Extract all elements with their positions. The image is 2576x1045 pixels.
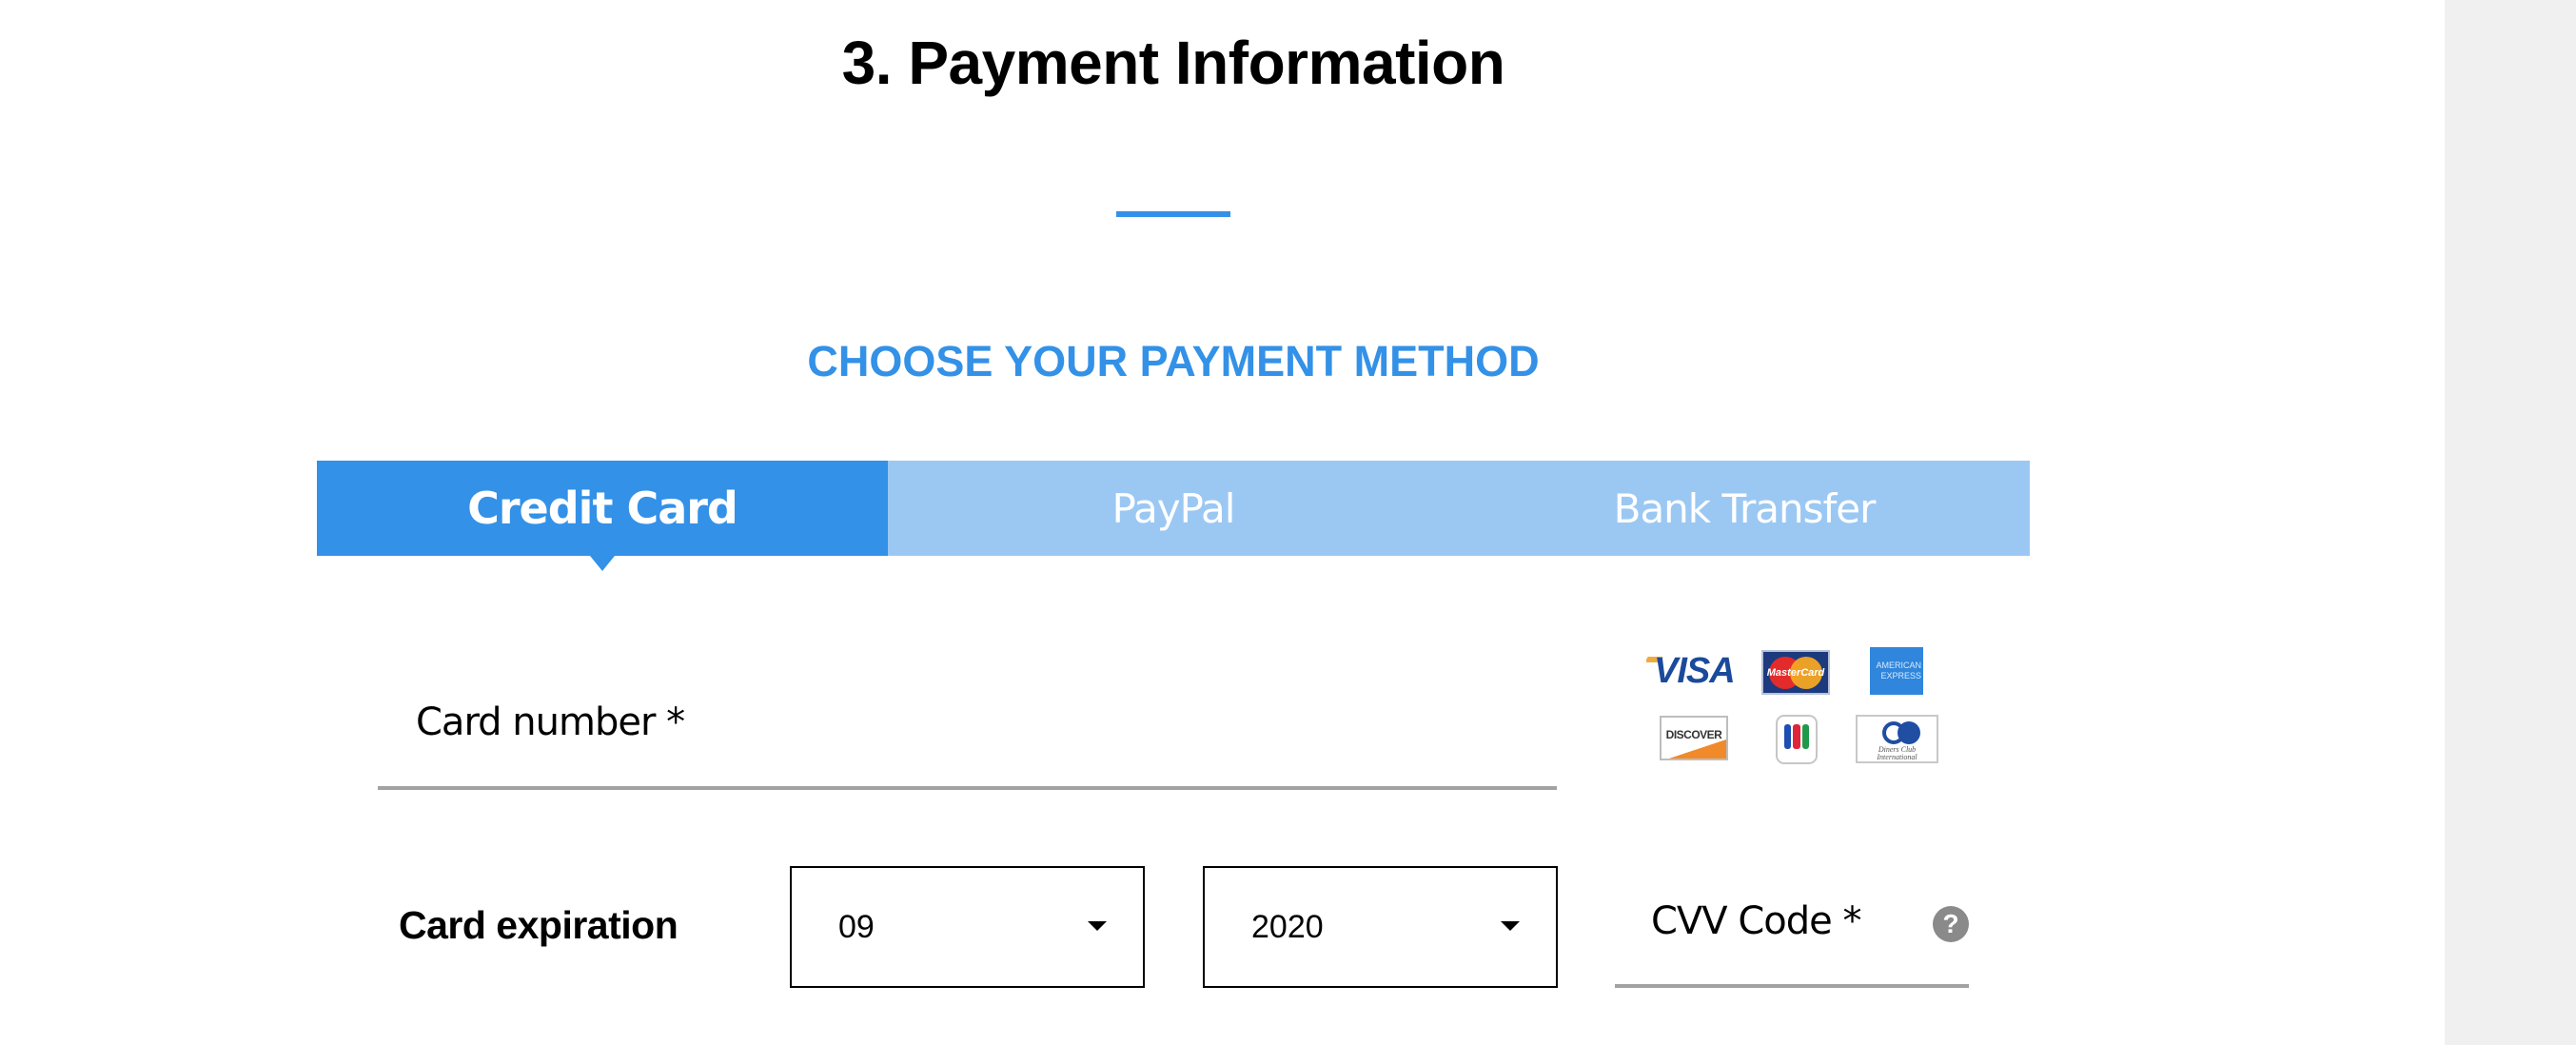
jcb-red-bar (1793, 724, 1800, 749)
tab-credit-card-label: Credit Card (467, 483, 738, 534)
amex-logo-icon: AMERICAN EXPRESS (1870, 647, 1923, 695)
visa-logo-icon: VISA (1646, 655, 1737, 687)
diners-right-circle (1898, 721, 1920, 744)
cvv-input[interactable]: CVV Code * (1615, 866, 1969, 988)
mastercard-logo-text: MasterCard (1766, 667, 1825, 679)
discover-logo-icon: DISCOVER (1660, 716, 1728, 760)
card-number-input[interactable]: Card number * (378, 666, 1557, 790)
diners-club-logo-icon: Diners Club International (1856, 715, 1938, 763)
accepted-cards: VISA MasterCard AMERICAN EXPRESS DISCOVE… (1642, 643, 1956, 772)
tab-bank-transfer[interactable]: Bank Transfer (1459, 461, 2030, 556)
payment-method-heading: CHOOSE YOUR PAYMENT METHOD (807, 337, 1540, 385)
expiration-year-value: 2020 (1251, 909, 1324, 945)
visa-logo-text: VISA (1654, 655, 1736, 687)
tab-paypal-label: PayPal (1111, 484, 1236, 532)
expiration-month-value: 09 (838, 909, 875, 945)
jcb-green-bar (1801, 724, 1809, 749)
help-icon[interactable]: ? (1933, 906, 1969, 942)
tab-bank-transfer-label: Bank Transfer (1613, 484, 1877, 532)
title-divider (1116, 211, 1230, 217)
expiration-month-select[interactable]: 09 (790, 866, 1145, 988)
chevron-down-icon (1501, 921, 1520, 931)
discover-logo-text: DISCOVER (1665, 728, 1722, 741)
jcb-blue-bar (1784, 724, 1792, 749)
expiration-year-select[interactable]: 2020 (1203, 866, 1558, 988)
jcb-logo-icon (1776, 715, 1818, 764)
card-number-label: Card number * (416, 700, 685, 744)
cvv-label: CVV Code * (1651, 899, 1861, 943)
diners-logo-text: Diners Club International (1877, 745, 1917, 761)
tab-credit-card[interactable]: Credit Card (317, 461, 888, 571)
right-gutter (2445, 0, 2576, 1045)
tab-paypal[interactable]: PayPal (888, 461, 1459, 556)
card-expiration-label: Card expiration (399, 903, 678, 947)
payment-information-page: 3. Payment Information CHOOSE YOUR PAYME… (0, 0, 2576, 1045)
amex-logo-text: AMERICAN EXPRESS (1876, 661, 1921, 680)
payment-method-tabs: Credit Card PayPal Bank Transfer (317, 461, 2030, 571)
page-title: 3. Payment Information (841, 29, 1505, 97)
chevron-down-icon (1088, 921, 1107, 931)
mastercard-logo-icon: MasterCard (1761, 650, 1830, 695)
jcb-logo-bars (1784, 724, 1809, 749)
